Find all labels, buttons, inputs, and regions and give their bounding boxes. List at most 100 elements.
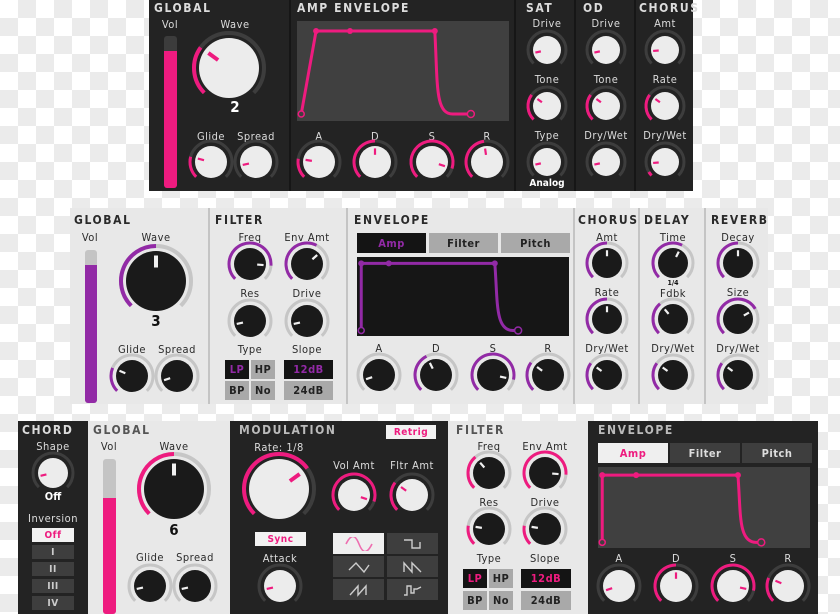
envelope-node-release	[466, 109, 476, 119]
chorus-rate-knob[interactable]	[643, 84, 687, 128]
wave-knob[interactable]	[118, 243, 194, 319]
freq-knob[interactable]	[465, 449, 513, 497]
envamt-knob[interactable]	[283, 240, 331, 288]
chorus-amt-knob[interactable]	[584, 240, 630, 286]
envelope-display[interactable]	[598, 467, 810, 548]
wave-knob[interactable]	[136, 451, 212, 527]
envelope-node-decay	[633, 472, 640, 479]
res-knob[interactable]	[465, 505, 513, 553]
filter-type-no[interactable]: No	[489, 591, 513, 610]
rate-knob[interactable]	[241, 451, 317, 527]
filter-type-bp[interactable]: BP	[225, 381, 249, 400]
waveform-triangle[interactable]	[333, 556, 384, 577]
freq-knob[interactable]	[226, 240, 274, 288]
envelope-node-attack	[599, 472, 606, 479]
slope-24db[interactable]: 24dB	[521, 591, 571, 610]
delay-fdbk-knob[interactable]	[650, 296, 696, 342]
drive-knob[interactable]	[283, 297, 331, 345]
attack-knob[interactable]	[355, 351, 403, 399]
spread-knob[interactable]	[232, 138, 280, 186]
glide-knob[interactable]	[108, 352, 156, 400]
tab-filter[interactable]: Filter	[429, 233, 498, 253]
slope-12db[interactable]: 12dB	[521, 569, 571, 588]
waveform-sine[interactable]	[333, 533, 384, 554]
spread-knob[interactable]	[153, 352, 201, 400]
slope-12db[interactable]: 12dB	[284, 360, 333, 379]
vol-slider[interactable]	[85, 250, 97, 403]
reverb-drywet-knob[interactable]	[715, 352, 761, 398]
inversion-iii[interactable]: III	[32, 579, 74, 593]
tab-pitch[interactable]: Pitch	[742, 443, 812, 463]
release-knob[interactable]	[764, 562, 812, 610]
filter-panel: FILTER Freq Env Amt Res Drive Type LP HP…	[448, 421, 588, 614]
tab-pitch[interactable]: Pitch	[501, 233, 570, 253]
slope-24db[interactable]: 24dB	[284, 381, 333, 400]
triangle-wave-icon	[348, 561, 370, 573]
chorus-drywet-knob[interactable]	[643, 140, 687, 184]
volamt-knob[interactable]	[330, 471, 378, 519]
od-drive-knob[interactable]	[584, 28, 628, 72]
sync-button[interactable]: Sync	[255, 532, 306, 546]
filter-type-no[interactable]: No	[251, 381, 275, 400]
release-knob[interactable]	[463, 138, 511, 186]
od-drywet-knob[interactable]	[584, 140, 628, 184]
reverb-size-knob[interactable]	[715, 296, 761, 342]
chorus-amt-knob[interactable]	[643, 28, 687, 72]
envelope-node-sustain	[491, 260, 498, 267]
waveform-random[interactable]	[387, 579, 438, 600]
spread-knob[interactable]	[171, 562, 219, 610]
tab-amp[interactable]: Amp	[357, 233, 426, 253]
vol-slider[interactable]	[103, 459, 116, 614]
glide-knob[interactable]	[187, 138, 235, 186]
filter-type-hp[interactable]: HP	[489, 569, 513, 588]
delay-drywet-knob[interactable]	[650, 352, 696, 398]
chorus-drywet-knob[interactable]	[584, 352, 630, 398]
filter-type-lp[interactable]: LP	[463, 569, 487, 588]
filter-type-lp[interactable]: LP	[225, 360, 249, 379]
section-title: CHORUS	[639, 1, 700, 15]
sustain-knob[interactable]	[709, 562, 757, 610]
decay-knob[interactable]	[652, 562, 700, 610]
inversion-ii[interactable]: II	[32, 562, 74, 576]
retrig-button[interactable]: Retrig	[386, 425, 436, 439]
waveform-saw-down[interactable]	[387, 556, 438, 577]
od-tone-knob[interactable]	[584, 84, 628, 128]
tab-amp[interactable]: Amp	[598, 443, 668, 463]
filter-type-hp[interactable]: HP	[251, 360, 275, 379]
wave-value: 2	[230, 98, 240, 116]
chord-panel: CHORD Shape Off Inversion Off I II III I…	[18, 421, 88, 614]
vol-slider[interactable]	[164, 36, 177, 188]
inversion-i[interactable]: I	[32, 545, 74, 559]
inversion-iv[interactable]: IV	[32, 596, 74, 610]
sat-drive-knob[interactable]	[525, 28, 569, 72]
attack-knob[interactable]	[595, 562, 643, 610]
sat-tone-knob[interactable]	[525, 84, 569, 128]
envelope-display[interactable]	[357, 257, 569, 336]
section-title: ENVELOPE	[354, 213, 430, 227]
attack-knob[interactable]	[256, 562, 304, 610]
decay-knob[interactable]	[351, 138, 399, 186]
section-title: CHORD	[22, 423, 74, 437]
waveform-saw-up[interactable]	[333, 579, 384, 600]
tab-filter[interactable]: Filter	[670, 443, 740, 463]
inversion-off[interactable]: Off	[32, 528, 74, 542]
section-title: GLOBAL	[154, 1, 212, 15]
od-section: OD Drive Tone Dry/Wet	[574, 0, 634, 191]
filter-type-bp[interactable]: BP	[463, 591, 487, 610]
drive-knob[interactable]	[521, 505, 569, 553]
sustain-knob[interactable]	[469, 351, 517, 399]
glide-knob[interactable]	[126, 562, 174, 610]
sustain-knob[interactable]	[408, 138, 456, 186]
chorus-rate-knob[interactable]	[584, 296, 630, 342]
reverb-decay-knob[interactable]	[715, 240, 761, 286]
decay-knob[interactable]	[412, 351, 460, 399]
waveform-square[interactable]	[387, 533, 438, 554]
fltramt-knob[interactable]	[388, 471, 436, 519]
release-knob[interactable]	[524, 351, 572, 399]
envelope-display[interactable]	[297, 21, 509, 121]
attack-knob[interactable]	[295, 138, 343, 186]
envamt-knob[interactable]	[521, 449, 569, 497]
wave-knob[interactable]	[191, 30, 267, 106]
wave-value: 3	[151, 312, 161, 330]
res-knob[interactable]	[226, 297, 274, 345]
